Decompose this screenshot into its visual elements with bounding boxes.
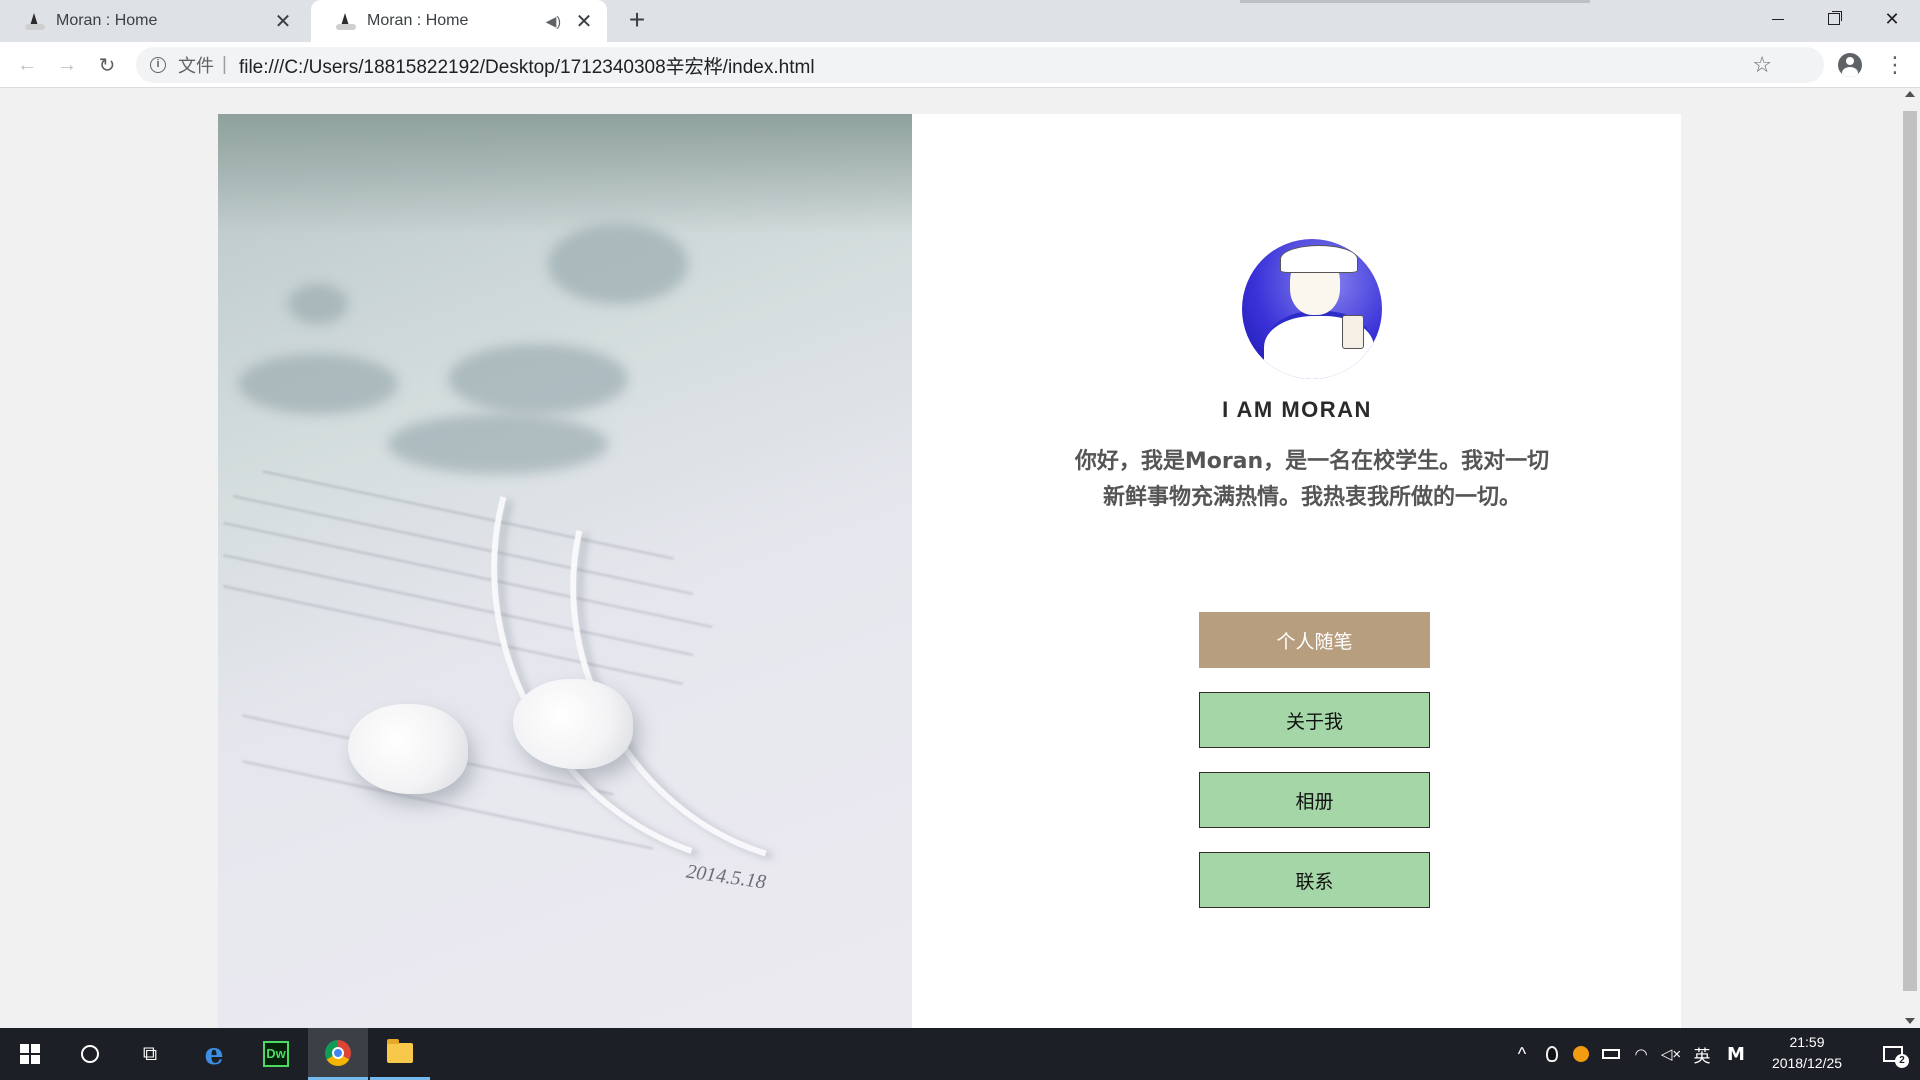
intro-text: 你好，我是Moran，是一名在校学生。我对一切新鲜事物充满热情。我热衷我所做的一…	[1074, 449, 1550, 510]
dreamweaver-label: Dw	[263, 1041, 289, 1067]
minimize-icon	[1772, 18, 1784, 20]
browser-toolbar: ← → ↻ i 文件 | file:///C:/Users/1881582219…	[0, 42, 1920, 88]
back-button[interactable]: ←	[12, 50, 42, 80]
system-clock[interactable]: 21:59 2018/12/25	[1754, 1032, 1860, 1076]
speaker-icon[interactable]: ◀)	[546, 13, 561, 30]
chrome-taskbar-icon[interactable]	[308, 1028, 368, 1080]
tab-close-icon[interactable]: ✕	[573, 9, 595, 34]
tab-close-icon[interactable]: ✕	[272, 9, 294, 34]
notification-count-badge: 2	[1895, 1054, 1909, 1068]
forward-button[interactable]: →	[52, 50, 82, 80]
photo-shadow	[218, 114, 912, 234]
show-hidden-icons-chevron-icon[interactable]: ^	[1508, 1028, 1536, 1080]
tab-strip-highlight	[1240, 0, 1590, 3]
file-explorer-taskbar-icon[interactable]	[370, 1028, 430, 1080]
clock-date: 2018/12/25	[1771, 1055, 1843, 1071]
about-me-button[interactable]: 关于我	[1199, 692, 1430, 748]
cortana-circle-icon	[81, 1045, 99, 1063]
edge-taskbar-icon[interactable]: e	[186, 1028, 242, 1080]
intro-panel: I AM MORAN 你好，我是Moran，是一名在校学生。我对一切新鲜事物充满…	[912, 114, 1681, 1028]
notification-icon: 2	[1883, 1046, 1909, 1068]
profile-avatar-image	[1242, 239, 1382, 379]
avatar-cup	[1342, 315, 1364, 349]
scroll-up-arrow-icon[interactable]	[1905, 91, 1915, 97]
volume-muted-icon[interactable]: ◁×	[1658, 1028, 1684, 1080]
reload-button[interactable]: ↻	[92, 50, 122, 80]
more-menu-icon[interactable]: ⋮	[1884, 50, 1906, 80]
tab-moran-home-2[interactable]: Moran : Home ◀) ✕	[311, 0, 607, 42]
battery-icon[interactable]	[1598, 1028, 1624, 1080]
earbud	[513, 679, 633, 769]
task-view-button[interactable]: ⧉	[122, 1028, 178, 1080]
start-button[interactable]	[0, 1028, 60, 1080]
address-bar[interactable]: i 文件 | file:///C:/Users/18815822192/Desk…	[136, 47, 1824, 83]
ime-mode-indicator[interactable]: M	[1722, 1028, 1750, 1080]
windows-taskbar: ⧉ e Dw ^ ◠ ◁× 英 M 21:59 2018/12/25 2	[0, 1028, 1920, 1080]
album-button[interactable]: 相册	[1199, 772, 1430, 828]
bookmark-star-icon[interactable]: ☆	[1752, 47, 1772, 83]
url-text[interactable]: file:///C:/Users/18815822192/Desktop/171…	[239, 52, 815, 79]
contact-button[interactable]: 联系	[1199, 852, 1430, 908]
site-favicon-icon	[24, 10, 46, 32]
network-icon[interactable]: ◠	[1628, 1028, 1654, 1080]
profile-avatar-icon[interactable]	[1838, 53, 1862, 77]
chrome-logo-icon	[325, 1039, 351, 1066]
chip-separator: |	[222, 54, 227, 75]
site-name-heading: I AM MORAN	[1222, 397, 1372, 422]
tab-title: Moran : Home	[367, 12, 469, 29]
close-window-button[interactable]: ✕	[1864, 0, 1920, 38]
folder-icon	[387, 1038, 413, 1063]
action-center-button[interactable]: 2	[1866, 1028, 1920, 1080]
info-icon[interactable]: i	[150, 57, 166, 73]
tab-title: Moran : Home	[56, 12, 158, 29]
vertical-scrollbar[interactable]	[1900, 89, 1920, 1028]
site-favicon-icon	[335, 10, 357, 32]
browser-tab-bar: Moran : Home ✕ Moran : Home ◀) ✕ + ✕	[0, 0, 1920, 42]
cortana-search-button[interactable]	[62, 1028, 118, 1080]
new-tab-button[interactable]: +	[622, 6, 652, 36]
leaf-shadow	[548, 224, 688, 304]
dreamweaver-taskbar-icon[interactable]: Dw	[248, 1028, 304, 1080]
page-viewport: 2014.5.18 I AM MORAN 你好，我是Moran，是一名在校学生。…	[0, 89, 1900, 1028]
restore-icon	[1828, 13, 1840, 25]
restore-button[interactable]	[1806, 0, 1862, 38]
file-scheme-chip: 文件	[178, 56, 214, 76]
clock-time: 21:59	[1789, 1034, 1825, 1050]
scroll-thumb[interactable]	[1903, 111, 1917, 991]
app-tray-icon[interactable]	[1568, 1028, 1594, 1080]
earbud	[348, 704, 468, 794]
tab-moran-home-1[interactable]: Moran : Home ✕	[0, 0, 306, 42]
leaf-shadow	[238, 354, 398, 414]
scroll-down-arrow-icon[interactable]	[1905, 1018, 1915, 1024]
qq-tray-icon[interactable]	[1540, 1028, 1564, 1080]
home-card: 2014.5.18 I AM MORAN 你好，我是Moran，是一名在校学生。…	[218, 114, 1681, 1028]
hero-photo-earphones-on-book: 2014.5.18	[218, 114, 912, 1028]
minimize-button[interactable]	[1750, 0, 1806, 38]
essays-button[interactable]: 个人随笔	[1199, 612, 1430, 668]
leaf-shadow	[288, 284, 348, 324]
windows-logo-icon	[20, 1044, 40, 1064]
avatar-cap	[1280, 245, 1358, 273]
input-language-indicator[interactable]: 英	[1688, 1028, 1716, 1080]
